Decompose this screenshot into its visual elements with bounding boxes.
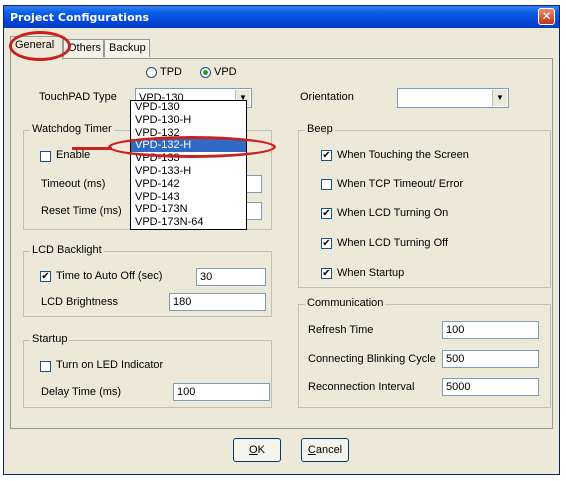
beep-lcd-off-label: When LCD Turning Off bbox=[337, 237, 449, 249]
touchpad-type-label: TouchPAD Type bbox=[39, 91, 117, 103]
refresh-time-input[interactable]: 100 bbox=[442, 321, 539, 339]
watchdog-enable-label: Enable bbox=[56, 149, 91, 161]
cancel-label-rest: ancel bbox=[315, 444, 343, 456]
beep-startup-label: When Startup bbox=[337, 267, 405, 279]
blinking-cycle-label: Connecting Blinking Cycle bbox=[308, 353, 436, 365]
watchdog-title: Watchdog Timer bbox=[30, 123, 114, 135]
vpd-radio[interactable] bbox=[200, 67, 211, 78]
tpd-radio[interactable] bbox=[146, 67, 157, 78]
title-bar[interactable]: Project Configurations ✕ bbox=[4, 6, 559, 28]
led-indicator-checkbox[interactable] bbox=[40, 361, 51, 372]
close-button[interactable]: ✕ bbox=[538, 8, 555, 25]
orientation-label: Orientation bbox=[300, 91, 354, 103]
dropdown-item[interactable]: VPD-130-H bbox=[131, 114, 246, 127]
auto-off-label: Time to Auto Off (sec) bbox=[56, 270, 163, 282]
dropdown-item[interactable]: VPD-142 bbox=[131, 178, 246, 191]
cancel-button[interactable]: Cancel bbox=[301, 438, 349, 462]
refresh-time-label: Refresh Time bbox=[308, 324, 374, 336]
ok-button[interactable]: OK bbox=[233, 438, 281, 462]
beep-lcd-off-checkbox[interactable]: ✔ bbox=[321, 238, 332, 249]
beep-touch-checkbox[interactable]: ✔ bbox=[321, 150, 332, 161]
startup-title: Startup bbox=[30, 333, 70, 345]
startup-group: Startup Turn on LED Indicator Delay Time… bbox=[23, 333, 272, 408]
general-panel: TPD VPD TouchPAD Type VPD-130 ▼ Orientat… bbox=[10, 58, 553, 429]
delay-time-input[interactable]: 100 bbox=[173, 383, 270, 401]
tab-backup[interactable]: Backup bbox=[104, 39, 150, 57]
dropdown-item[interactable]: VPD-133-H bbox=[131, 165, 246, 178]
annotation-arrow bbox=[72, 147, 112, 150]
communication-group: Communication Refresh Time 100 Connectin… bbox=[298, 297, 551, 408]
reconnection-interval-input[interactable]: 5000 bbox=[442, 378, 539, 396]
ok-label-rest: K bbox=[257, 444, 265, 456]
project-configurations-window: Project Configurations ✕ General Others … bbox=[3, 5, 560, 475]
beep-lcd-on-checkbox[interactable]: ✔ bbox=[321, 208, 332, 219]
lcd-brightness-label: LCD Brightness bbox=[41, 296, 119, 308]
reconnection-interval-label: Reconnection Interval bbox=[308, 381, 415, 393]
tpd-radio-label: TPD bbox=[160, 66, 182, 78]
cancel-accelerator: C bbox=[307, 444, 316, 456]
beep-tcp-label: When TCP Timeout/ Error bbox=[337, 178, 464, 190]
led-indicator-label: Turn on LED Indicator bbox=[56, 359, 164, 371]
beep-touch-label: When Touching the Screen bbox=[337, 149, 469, 161]
beep-startup-checkbox[interactable]: ✔ bbox=[321, 268, 332, 279]
ok-accelerator: O bbox=[249, 444, 258, 456]
beep-tcp-checkbox[interactable] bbox=[321, 179, 332, 190]
blinking-cycle-input[interactable]: 500 bbox=[442, 350, 539, 368]
chevron-down-icon[interactable]: ▼ bbox=[492, 90, 507, 106]
beep-group: Beep ✔ When Touching the Screen When TCP… bbox=[298, 123, 551, 288]
dropdown-item[interactable]: VPD-130 bbox=[131, 101, 246, 114]
window-title: Project Configurations bbox=[10, 11, 150, 24]
lcd-backlight-group: LCD Backlight ✔ Time to Auto Off (sec) 3… bbox=[23, 244, 272, 317]
timeout-label: Timeout (ms) bbox=[41, 178, 106, 190]
dropdown-item[interactable]: VPD-173N-64 bbox=[131, 216, 246, 229]
delay-time-label: Delay Time (ms) bbox=[41, 386, 122, 398]
beep-title: Beep bbox=[305, 123, 335, 135]
beep-lcd-on-label: When LCD Turning On bbox=[337, 207, 449, 219]
auto-off-input[interactable]: 30 bbox=[196, 268, 266, 286]
vpd-radio-label: VPD bbox=[214, 66, 237, 78]
auto-off-checkbox[interactable]: ✔ bbox=[40, 271, 51, 282]
lcd-brightness-input[interactable]: 180 bbox=[169, 293, 266, 311]
dropdown-item[interactable]: VPD-173N bbox=[131, 203, 246, 216]
orientation-combo[interactable]: ▼ bbox=[397, 88, 509, 108]
dropdown-item[interactable]: VPD-143 bbox=[131, 191, 246, 204]
communication-title: Communication bbox=[305, 297, 386, 309]
general-tab-highlight-ellipse bbox=[9, 31, 71, 61]
reset-time-label: Reset Time (ms) bbox=[41, 205, 122, 217]
watchdog-enable-checkbox[interactable] bbox=[40, 151, 51, 162]
touchpad-type-dropdown-list[interactable]: VPD-130 VPD-130-H VPD-132 VPD-132-H VPD-… bbox=[130, 100, 247, 230]
vpd-132h-highlight-ellipse bbox=[108, 136, 276, 158]
lcd-backlight-title: LCD Backlight bbox=[30, 244, 104, 256]
